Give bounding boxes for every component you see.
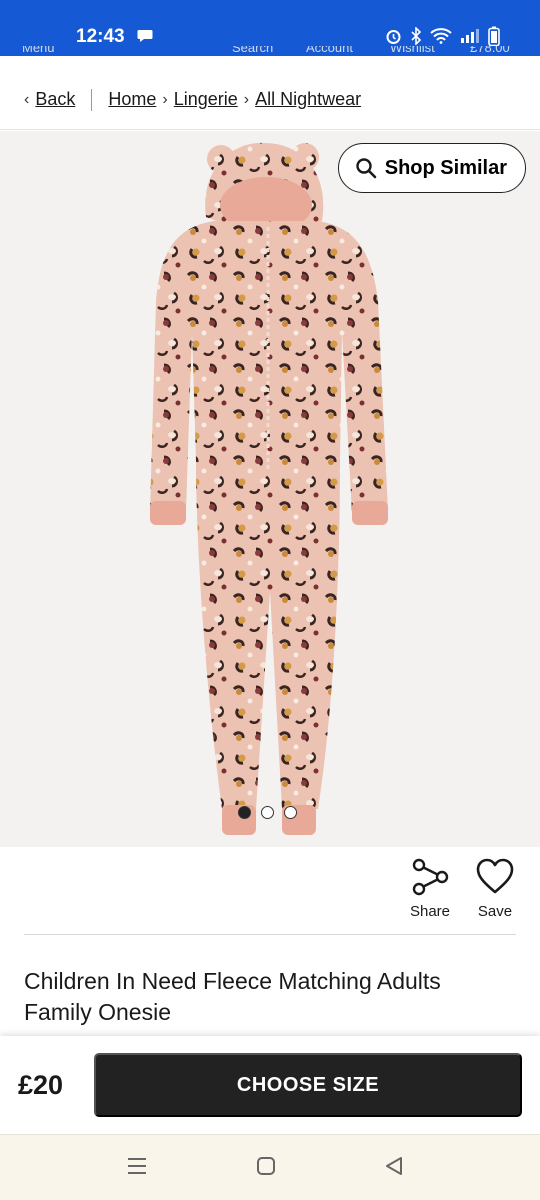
buy-bar: £20 CHOOSE SIZE [0,1036,540,1134]
back-link[interactable]: Back [35,89,75,110]
chevron-right-icon: › [243,90,250,108]
breadcrumb-lingerie[interactable]: Lingerie [174,89,238,110]
share-icon [412,858,449,896]
nav-account: Account [306,46,353,55]
breadcrumb-divider [91,88,93,111]
nav-search: Search [232,46,274,55]
breadcrumb-home[interactable]: Home [108,89,156,110]
recent-apps-icon[interactable] [126,1155,148,1177]
divider [24,934,516,935]
share-label: Share [409,903,451,920]
nav-spacer [0,56,540,70]
product-image-gallery[interactable] [0,131,540,847]
choose-size-button[interactable]: CHOOSE SIZE [94,1053,522,1117]
shop-similar-button[interactable]: Shop Similar [337,143,526,193]
nav-basket-total: £78.00 [470,46,510,55]
status-time: 12:43 [76,26,125,47]
home-icon[interactable] [255,1155,277,1177]
heart-icon [476,858,514,894]
share-button[interactable]: Share [400,857,460,920]
save-button[interactable]: Save [465,857,525,920]
gallery-pagination [238,806,297,819]
shop-similar-label: Shop Similar [384,156,507,179]
product-price: £20 [18,1070,64,1100]
search-icon [356,158,377,179]
gallery-dot[interactable] [284,806,297,819]
breadcrumb: ‹ Back Home › Lingerie › All Nightwear [0,70,540,130]
product-actions: Share Save [0,847,540,935]
gallery-dot[interactable] [238,806,251,819]
chevron-left-icon: ‹ [24,90,30,108]
nav-menu: Menu [22,46,55,55]
gallery-dot[interactable] [261,806,274,819]
system-navigation-bar [0,1134,540,1200]
breadcrumb-all-nightwear[interactable]: All Nightwear [255,89,361,110]
back-icon[interactable] [383,1155,405,1177]
nav-wishlist: Wishlist [390,46,435,55]
message-icon [137,30,153,42]
product-title: Children In Need Fleece Matching Adults … [24,968,441,1025]
product-image [150,142,388,835]
site-nav-peek: Menu Search Account Wishlist £78.00 [0,46,540,56]
save-label: Save [477,903,513,920]
chevron-right-icon: › [162,90,168,108]
